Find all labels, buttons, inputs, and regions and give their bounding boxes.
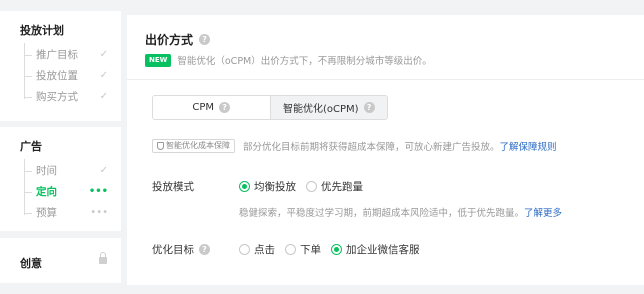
guarantee-rules-link[interactable]: 了解保障规则 <box>500 142 557 153</box>
tab-label: 智能优化(oCPM) <box>282 104 359 115</box>
sidebar-item-placement[interactable]: 投放位置 ✓ <box>24 68 114 84</box>
sidebar-item-purchase-method[interactable]: 购买方式 ✓ <box>24 89 114 105</box>
cost-guarantee-row: 智能优化成本保障 部分优化目标前期将获得超成本保障，可放心新建广告投放。了解保障… <box>152 139 557 153</box>
sidebar: 投放计划 推广目标 ✓ 投放位置 ✓ 购买方式 ✓ 广告 时间 ✓ 定向 •••… <box>0 0 121 294</box>
sidebar-item-promotion-goal[interactable]: 推广目标 ✓ <box>24 47 114 63</box>
check-icon: ✓ <box>99 49 108 60</box>
tab-ocpm[interactable]: 智能优化(oCPM) ? <box>269 96 387 119</box>
sidebar-item-label: 购买方式 <box>36 91 78 103</box>
sidebar-item-label: 时间 <box>36 165 57 177</box>
in-progress-dots-icon: ••• <box>88 186 108 197</box>
pending-dots-icon: ••• <box>90 207 108 218</box>
shield-icon <box>157 142 164 150</box>
sidebar-item-budget[interactable]: 预算 ••• <box>24 205 114 221</box>
cost-guarantee-badge: 智能优化成本保障 <box>152 139 235 153</box>
radio-circle <box>306 181 317 192</box>
sidebar-item-label: 定向 <box>36 186 57 198</box>
sidebar-section-title: 创意 <box>20 257 42 270</box>
optimization-target-label: 优化目标 ? <box>152 242 210 257</box>
bid-settings-panel: 出价方式 ? NEW 智能优化（oCPM）出价方式下，不再限制分城市等级出价。 … <box>127 15 644 285</box>
help-icon[interactable]: ? <box>199 244 210 255</box>
divider <box>127 79 644 80</box>
section-title: 出价方式 <box>145 33 194 47</box>
section-header: 出价方式 ? <box>145 31 211 48</box>
sidebar-section-ad: 广告 时间 ✓ 定向 ••• 预算 ••• <box>0 127 121 231</box>
sidebar-item-targeting[interactable]: 定向 ••• <box>24 184 114 200</box>
radio-circle <box>239 244 250 255</box>
radio-label: 加企业微信客服 <box>346 244 420 256</box>
sidebar-section-creative[interactable]: 创意 <box>0 238 121 283</box>
delivery-mode-label: 投放模式 <box>152 179 194 194</box>
sidebar-section-title: 投放计划 <box>20 24 64 37</box>
radio-label: 优先跑量 <box>321 181 363 193</box>
sidebar-item-time[interactable]: 时间 ✓ <box>24 163 114 179</box>
check-icon: ✓ <box>99 70 108 81</box>
radio-label: 点击 <box>254 244 275 256</box>
help-icon[interactable]: ? <box>199 34 211 45</box>
delivery-mode-options: 均衡投放 优先跑量 <box>239 179 363 194</box>
radio-label: 下单 <box>300 244 321 256</box>
learn-more-link[interactable]: 了解更多 <box>524 208 562 219</box>
field-label: 优化目标 <box>152 244 194 256</box>
tab-label: CPM <box>192 102 215 113</box>
help-icon[interactable]: ? <box>363 102 375 113</box>
optimization-target-options: 点击 下单 加企业微信客服 <box>239 242 420 257</box>
help-icon[interactable]: ? <box>219 102 231 113</box>
badge-label: 智能优化成本保障 <box>166 141 230 150</box>
delivery-mode-hint: 稳健探索，平稳度过学习期，前期超成本风险适中，低于优先跑量。了解更多 <box>239 205 562 219</box>
radio-order[interactable]: 下单 <box>285 242 321 257</box>
radio-click[interactable]: 点击 <box>239 242 275 257</box>
field-label: 投放模式 <box>152 181 194 193</box>
new-notice-text: 智能优化（oCPM）出价方式下，不再限制分城市等级出价。 <box>177 56 432 67</box>
radio-add-wechat-service[interactable]: 加企业微信客服 <box>331 242 420 257</box>
sidebar-item-label: 预算 <box>36 207 57 219</box>
cost-guarantee-text: 部分优化目标前期将获得超成本保障，可放心新建广告投放。了解保障规则 <box>243 139 557 153</box>
radio-circle <box>331 244 342 255</box>
radio-label: 均衡投放 <box>254 181 296 193</box>
sidebar-item-label: 投放位置 <box>36 70 78 82</box>
check-icon: ✓ <box>99 91 108 102</box>
bid-method-switch: CPM ? 智能优化(oCPM) ? <box>152 95 388 120</box>
radio-balanced-delivery[interactable]: 均衡投放 <box>239 179 296 194</box>
sidebar-section-plan: 投放计划 推广目标 ✓ 投放位置 ✓ 购买方式 ✓ <box>0 11 121 121</box>
sidebar-section-title: 广告 <box>20 140 42 153</box>
radio-circle <box>239 181 250 192</box>
tab-cpm[interactable]: CPM ? <box>153 96 270 119</box>
new-badge: NEW <box>145 53 172 67</box>
lock-icon <box>99 252 107 264</box>
hint-text: 稳健探索，平稳度过学习期，前期超成本风险适中，低于优先跑量。 <box>239 208 525 219</box>
check-icon: ✓ <box>99 165 108 176</box>
guarantee-description: 部分优化目标前期将获得超成本保障，可放心新建广告投放。 <box>243 142 500 153</box>
radio-priority-volume[interactable]: 优先跑量 <box>306 179 363 194</box>
radio-circle <box>285 244 296 255</box>
sidebar-item-label: 推广目标 <box>36 49 78 61</box>
new-notice: NEW 智能优化（oCPM）出价方式下，不再限制分城市等级出价。 <box>145 53 432 67</box>
